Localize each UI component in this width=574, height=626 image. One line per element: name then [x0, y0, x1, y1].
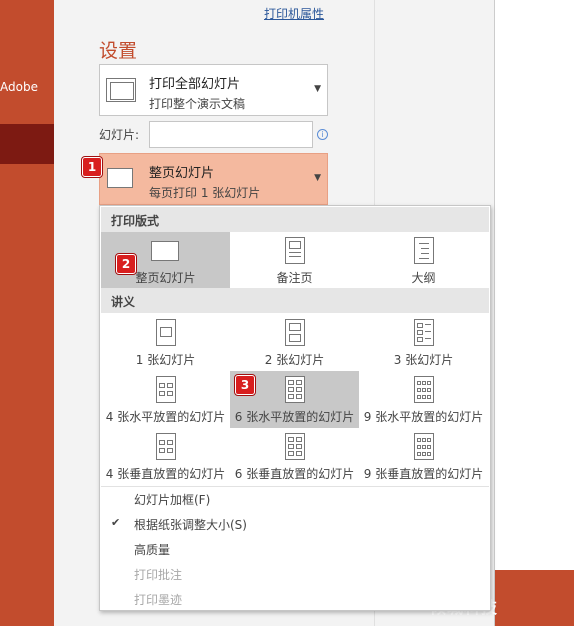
handout-9-horizontal[interactable]: 9 张水平放置的幻灯片 — [359, 371, 488, 428]
layout-outline[interactable]: 大纲 — [359, 232, 488, 288]
full-page-slide-icon — [107, 168, 133, 188]
handout-4-vertical[interactable]: 4 张垂直放置的幻灯片 — [101, 428, 230, 485]
handout-item-label: 3 张幻灯片 — [393, 353, 454, 367]
print-range-main: 打印全部幻灯片 — [149, 77, 241, 92]
handout-1-slide[interactable]: 1 张幻灯片 — [101, 314, 230, 371]
slides-input[interactable] — [149, 121, 313, 148]
layout-item-label: 备注页 — [276, 271, 313, 285]
dropdown-caret-icon: ▼ — [314, 84, 321, 94]
handout-9-vertical[interactable]: 9 张垂直放置的幻灯片 — [359, 428, 488, 485]
handout-6h-icon — [285, 376, 305, 403]
nav-item-adobe[interactable]: Adobe — [0, 80, 38, 94]
handout-item-label: 4 张垂直放置的幻灯片 — [105, 467, 226, 481]
dropdown-caret-icon: ▼ — [314, 173, 321, 183]
print-range-sub: 打印整个演示文稿 — [149, 97, 246, 111]
handout-2-slides[interactable]: 2 张幻灯片 — [230, 314, 359, 371]
handout-9v-icon — [414, 433, 434, 460]
handout-4h-icon — [156, 376, 176, 403]
step-badge-1: 1 — [82, 157, 102, 177]
option-scale-to-fit[interactable]: 根据纸张调整大小(S) — [134, 516, 247, 533]
layout-sub: 每页打印 1 张幻灯片 — [149, 186, 261, 200]
handout-3-slides[interactable]: 3 张幻灯片 — [359, 314, 488, 371]
slide-preview — [494, 0, 574, 626]
handout-3-icon — [414, 319, 434, 346]
handout-item-label: 1 张幻灯片 — [135, 353, 196, 367]
layout-main: 整页幻灯片 — [149, 166, 215, 181]
handout-item-label: 2 张幻灯片 — [264, 353, 325, 367]
handout-4v-icon — [156, 433, 176, 460]
panel-divider — [101, 486, 489, 487]
option-print-comments: 打印批注 — [134, 568, 183, 582]
notes-page-icon — [285, 237, 305, 264]
handout-1-icon — [156, 319, 176, 346]
handout-4-horizontal[interactable]: 4 张水平放置的幻灯片 — [101, 371, 230, 428]
print-layout-header: 打印版式 — [101, 207, 489, 232]
printer-properties-link[interactable]: 打印机属性 — [264, 5, 324, 22]
layout-item-label: 大纲 — [411, 271, 436, 285]
slides-label: 幻灯片: — [99, 128, 140, 142]
handout-9h-icon — [414, 376, 434, 403]
handout-item-label: 4 张水平放置的幻灯片 — [105, 410, 226, 424]
handout-item-label: 9 张水平放置的幻灯片 — [363, 410, 484, 424]
option-frame-slides[interactable]: 幻灯片加框(F) — [134, 491, 210, 508]
handout-6-vertical[interactable]: 6 张垂直放置的幻灯片 — [230, 428, 359, 485]
slide-preview-footer — [495, 570, 574, 626]
handout-item-label: 9 张垂直放置的幻灯片 — [363, 467, 484, 481]
handouts-header: 讲义 — [101, 288, 489, 313]
step-badge-3: 3 — [235, 375, 255, 395]
layout-dropdown[interactable]: 整页幻灯片 每页打印 1 张幻灯片 ▼ — [99, 153, 328, 205]
info-icon[interactable]: i — [317, 129, 328, 140]
handout-6v-icon — [285, 433, 305, 460]
full-page-slide-icon — [151, 241, 179, 261]
backstage-nav: Adobe — [0, 0, 54, 626]
step-badge-2: 2 — [116, 254, 136, 274]
checkmark-icon: ✔ — [111, 516, 121, 529]
option-print-ink: 打印墨迹 — [134, 593, 183, 607]
layout-notes-page[interactable]: 备注页 — [230, 232, 359, 288]
print-range-dropdown[interactable]: 打印全部幻灯片 打印整个演示文稿 ▼ — [99, 64, 328, 116]
settings-title: 设置 — [99, 40, 138, 62]
nav-item-print-active[interactable] — [0, 124, 54, 164]
handout-2-icon — [285, 319, 305, 346]
option-high-quality[interactable]: 高质量 — [134, 541, 170, 558]
all-slides-icon — [106, 78, 136, 102]
layout-dropdown-panel: 打印版式 整页幻灯片 备注页 大纲 讲义 1 张幻灯片 2 张幻灯片 3 张幻灯… — [99, 205, 491, 611]
handout-item-label: 6 张垂直放置的幻灯片 — [234, 467, 355, 481]
handout-item-label: 6 张水平放置的幻灯片 — [234, 410, 355, 424]
outline-icon — [414, 237, 434, 264]
